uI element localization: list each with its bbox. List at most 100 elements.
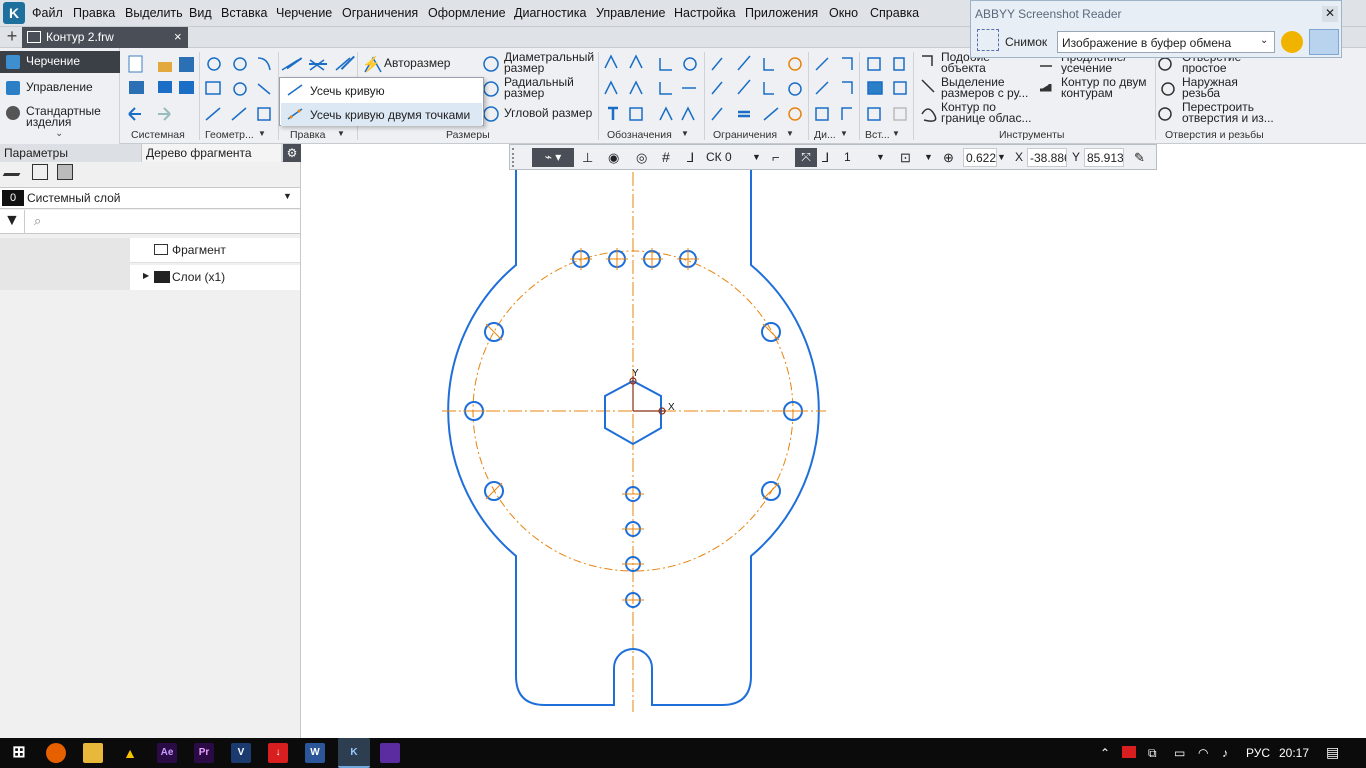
menu-edit[interactable]: Правка bbox=[73, 6, 115, 20]
kompas-taskbar-icon[interactable]: K bbox=[338, 738, 370, 768]
menu-management[interactable]: Управление bbox=[596, 6, 666, 20]
v-app-icon[interactable]: V bbox=[231, 743, 251, 763]
tab-close-icon[interactable]: × bbox=[174, 29, 182, 44]
mode-standard-parts[interactable]: Стандартные изделия bbox=[0, 102, 120, 128]
contour-two-button[interactable]: Контур по двум контурам bbox=[1061, 76, 1153, 99]
mode-management[interactable]: Управление bbox=[0, 77, 120, 99]
trim-curve-two-points-item[interactable]: Усечь кривую двумя точками bbox=[281, 103, 482, 126]
zoom-window-icon[interactable]: ⊡ bbox=[900, 148, 918, 167]
tab-fragment-tree[interactable]: Дерево фрагмента bbox=[141, 144, 281, 162]
group-label-constraints[interactable]: Ограничения bbox=[713, 129, 777, 141]
snapshot-icon[interactable] bbox=[977, 29, 999, 51]
menu-insert[interactable]: Вставка bbox=[221, 6, 267, 20]
chevron-down-icon[interactable]: ▼ bbox=[924, 148, 933, 167]
download-icon[interactable]: ↓ bbox=[268, 743, 288, 763]
tray-chevron-icon[interactable]: ⌃ bbox=[1100, 746, 1110, 760]
tab-parameters[interactable]: Параметры bbox=[0, 144, 141, 162]
norton-icon[interactable]: ▲ bbox=[120, 743, 140, 763]
expand-arrow-icon[interactable]: ▶ bbox=[143, 271, 149, 280]
zoom-field[interactable]: 0.622 bbox=[963, 148, 997, 167]
group-label-diagnostics[interactable]: Ди... bbox=[814, 129, 836, 141]
group-dropdown-icon[interactable]: ▼ bbox=[681, 129, 689, 138]
contour-area-button[interactable]: Контур по границе облас... bbox=[941, 101, 1036, 124]
firefox-icon[interactable] bbox=[46, 743, 66, 763]
drawing-canvas[interactable]: Y X bbox=[301, 144, 1366, 738]
menu-window[interactable]: Окно bbox=[829, 6, 858, 20]
clock[interactable]: 20:17 bbox=[1279, 746, 1309, 760]
battery-icon[interactable]: ▭ bbox=[1174, 746, 1185, 760]
layer-icon[interactable] bbox=[2, 168, 24, 176]
orthogonal-icon[interactable]: ⊥ bbox=[582, 148, 600, 167]
layer-select[interactable]: 0 Системный слой ▼ bbox=[0, 187, 300, 209]
menu-settings[interactable]: Настройка bbox=[674, 6, 736, 20]
group-dropdown-icon[interactable]: ▼ bbox=[258, 129, 266, 138]
group-label-designations[interactable]: Обозначения bbox=[607, 129, 672, 141]
round-icon[interactable]: ⌐ bbox=[772, 148, 790, 167]
menu-formatting[interactable]: Оформление bbox=[428, 6, 506, 20]
chevron-down-icon[interactable]: ▼ bbox=[876, 148, 885, 167]
after-effects-icon[interactable]: Ae bbox=[157, 743, 177, 763]
grid-icon[interactable]: # bbox=[662, 148, 680, 167]
screenshot-reader-icon[interactable] bbox=[380, 743, 400, 763]
windows-start-icon[interactable]: ⊞ bbox=[9, 743, 29, 763]
tray-system-icon[interactable]: ⧉ bbox=[1148, 746, 1157, 761]
volume-icon[interactable]: ♪ bbox=[1222, 746, 1228, 760]
image-icon[interactable] bbox=[57, 164, 73, 180]
group-dropdown-icon[interactable]: ▼ bbox=[786, 129, 794, 138]
output-mode-select[interactable]: Изображение в буфер обмена ⌄ bbox=[1057, 31, 1275, 53]
kompas-logo-icon[interactable]: K bbox=[3, 2, 25, 24]
gear-icon[interactable] bbox=[1281, 31, 1303, 53]
expand-chevron-icon[interactable]: ⌄ bbox=[55, 128, 63, 139]
menu-view[interactable]: Вид bbox=[189, 6, 212, 20]
menu-applications[interactable]: Приложения bbox=[745, 6, 818, 20]
pin-icon[interactable] bbox=[1309, 29, 1339, 55]
visibility-icon[interactable]: ◉ bbox=[608, 148, 626, 167]
menu-diagnostics[interactable]: Диагностика bbox=[514, 6, 586, 20]
diameter-dim-button[interactable]: Диаметральный размер bbox=[504, 51, 596, 74]
filter-icon[interactable]: ▼ bbox=[4, 213, 20, 229]
mode-drawing[interactable]: Черчение bbox=[0, 51, 120, 73]
x-coordinate-field[interactable]: -38.886 bbox=[1027, 148, 1067, 167]
menu-select[interactable]: Выделить bbox=[125, 6, 183, 20]
shapes-icon[interactable] bbox=[32, 164, 48, 180]
group-label-geometry[interactable]: Геометр... bbox=[205, 129, 254, 141]
word-icon[interactable]: W bbox=[305, 743, 325, 763]
step-value[interactable]: 1 bbox=[844, 148, 851, 167]
tree-node-fragment[interactable]: Фрагмент bbox=[130, 238, 300, 263]
coordinate-system-value[interactable]: СК 0 bbox=[706, 148, 732, 167]
angular-dim-button[interactable]: Угловой размер bbox=[504, 107, 592, 119]
y-coordinate-field[interactable]: 85.913 bbox=[1084, 148, 1124, 167]
explorer-icon[interactable] bbox=[83, 743, 103, 763]
chevron-down-icon[interactable]: ▼ bbox=[997, 148, 1006, 167]
tree-node-layers[interactable]: ▶ Слои (x1) bbox=[130, 265, 300, 290]
snap-points-icon[interactable]: ⤧ bbox=[795, 148, 817, 167]
menu-file[interactable]: Файл bbox=[32, 6, 63, 20]
gear-icon[interactable]: ⚙ bbox=[283, 144, 301, 162]
group-dropdown-icon[interactable]: ▼ bbox=[840, 129, 848, 138]
group-label-tools[interactable]: Инструменты bbox=[999, 129, 1064, 141]
new-tab-button[interactable]: + bbox=[3, 27, 21, 46]
drag-handle[interactable] bbox=[512, 148, 518, 167]
radial-dim-button[interactable]: Радиальный размер bbox=[504, 76, 594, 99]
menu-constraints[interactable]: Ограничения bbox=[342, 6, 418, 20]
chevron-down-icon[interactable]: ▼ bbox=[752, 148, 761, 167]
group-dropdown-icon[interactable]: ▼ bbox=[337, 129, 345, 138]
autosize-button[interactable]: Авторазмер bbox=[384, 57, 450, 69]
menu-help[interactable]: Справка bbox=[870, 6, 919, 20]
close-icon[interactable]: ✕ bbox=[1322, 6, 1338, 22]
group-label-insert[interactable]: Вст... bbox=[865, 129, 890, 141]
group-label-dimensions[interactable]: Размеры bbox=[446, 129, 490, 141]
notifications-icon[interactable]: ▤ bbox=[1326, 744, 1339, 761]
eye-icon[interactable]: ◎ bbox=[636, 148, 654, 167]
rebuild-holes-button[interactable]: Перестроить отверстия и из... bbox=[1182, 101, 1274, 124]
dim-select-button[interactable]: Выделение размеров с ру... bbox=[941, 76, 1033, 99]
wifi-icon[interactable]: ◠ bbox=[1198, 746, 1208, 760]
eyedropper-icon[interactable]: ✎ bbox=[1134, 148, 1152, 167]
menu-drawing[interactable]: Черчение bbox=[276, 6, 332, 20]
group-dropdown-icon[interactable]: ▼ bbox=[892, 129, 900, 138]
tray-download-icon[interactable] bbox=[1122, 746, 1136, 758]
language-indicator[interactable]: РУС bbox=[1246, 746, 1270, 760]
group-label-edit[interactable]: Правка bbox=[290, 129, 325, 141]
trim-curve-item[interactable]: Усечь кривую bbox=[281, 79, 482, 102]
document-tab[interactable]: Контур 2.frw × bbox=[22, 27, 188, 48]
